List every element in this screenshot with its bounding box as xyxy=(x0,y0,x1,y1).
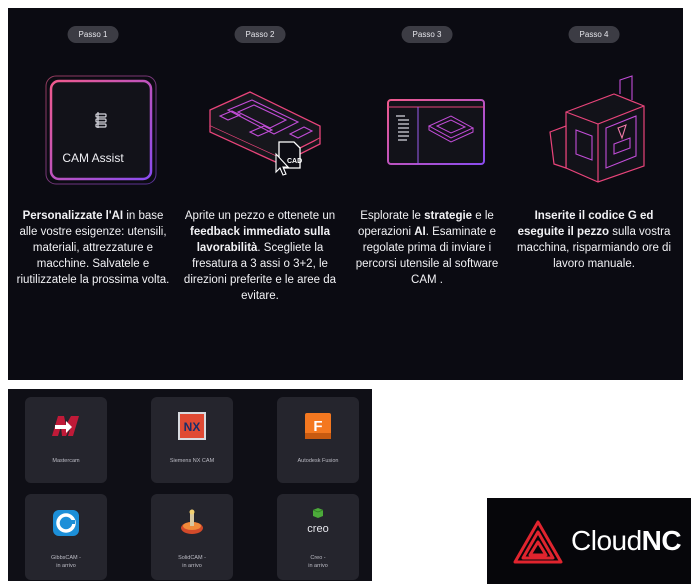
autodesk-fusion-tile[interactable]: F Autodesk Fusion xyxy=(277,397,359,483)
cam-integrations-grid: Mastercam NX Siemens NX CAM F Autodesk F… xyxy=(8,389,372,581)
fusion-logo-icon: F xyxy=(305,413,331,439)
gibbscam-logo-icon xyxy=(53,510,79,536)
tile-label: SolidCAM - in arrivo xyxy=(178,555,206,569)
tile-label: Creo - in arrivo xyxy=(308,555,328,569)
solidcam-logo-icon xyxy=(181,509,203,534)
cloudnc-logo: CloudNC xyxy=(487,498,691,584)
step-3: Passo 3 Esplorate le strategie e le oper… xyxy=(347,8,507,380)
step-1: Passo 1 CAM Assist Personalizzate l'AI i… xyxy=(13,8,173,380)
steps-panel: Passo 1 CAM Assist Personalizzate l'AI i… xyxy=(8,8,683,380)
strategies-illustration xyxy=(347,70,507,200)
step-badge: Passo 4 xyxy=(568,26,620,43)
cam-assist-label: CAM Assist xyxy=(62,151,124,165)
creo-logo-icon: creo xyxy=(307,508,329,535)
step-description: Inserite il codice G ed eseguite il pezz… xyxy=(516,210,672,270)
step-badge: Passo 2 xyxy=(234,26,286,43)
step-badge: Passo 3 xyxy=(401,26,453,43)
mastercam-tile[interactable]: Mastercam xyxy=(25,397,107,483)
solidcam-tile[interactable]: SolidCAM - in arrivo xyxy=(151,494,233,580)
cad-part-illustration: CAD xyxy=(180,70,340,200)
step-description: Esplorate le strategie e le operazioni A… xyxy=(355,210,499,286)
step-2: Passo 2 CAD Aprite un pezzo e ottenete u… xyxy=(180,8,340,380)
cam-assist-illustration: CAM Assist xyxy=(13,70,173,200)
svg-text:NX: NX xyxy=(184,420,201,434)
svg-text:F: F xyxy=(313,418,322,435)
cnc-machine-illustration xyxy=(514,70,674,200)
step-badge: Passo 1 xyxy=(67,26,119,43)
tile-label: Mastercam xyxy=(52,458,80,464)
siemens-nx-tile[interactable]: NX Siemens NX CAM xyxy=(151,397,233,483)
creo-tile[interactable]: creo Creo - in arrivo xyxy=(277,494,359,580)
tile-label: Siemens NX CAM xyxy=(169,458,215,464)
svg-text:creo: creo xyxy=(307,523,328,535)
nx-logo-icon: NX xyxy=(178,412,206,440)
cloudnc-mark-icon xyxy=(513,520,563,564)
svg-text:CAD: CAD xyxy=(287,158,302,165)
step-description: Personalizzate l'AI in base alle vostre … xyxy=(16,210,170,286)
mastercam-logo-icon xyxy=(52,416,79,436)
gibbscam-tile[interactable]: GibbsCAM - in arrivo xyxy=(25,494,107,580)
tile-label: Autodesk Fusion xyxy=(297,458,339,464)
tile-label: GibbsCAM - in arrivo xyxy=(51,555,81,569)
step-4: Passo 4 Inserite il codice G ed eseguite… xyxy=(514,8,674,380)
brand-name: CloudNC xyxy=(571,525,682,556)
step-description: Aprite un pezzo e ottenete un feedback i… xyxy=(183,210,337,302)
